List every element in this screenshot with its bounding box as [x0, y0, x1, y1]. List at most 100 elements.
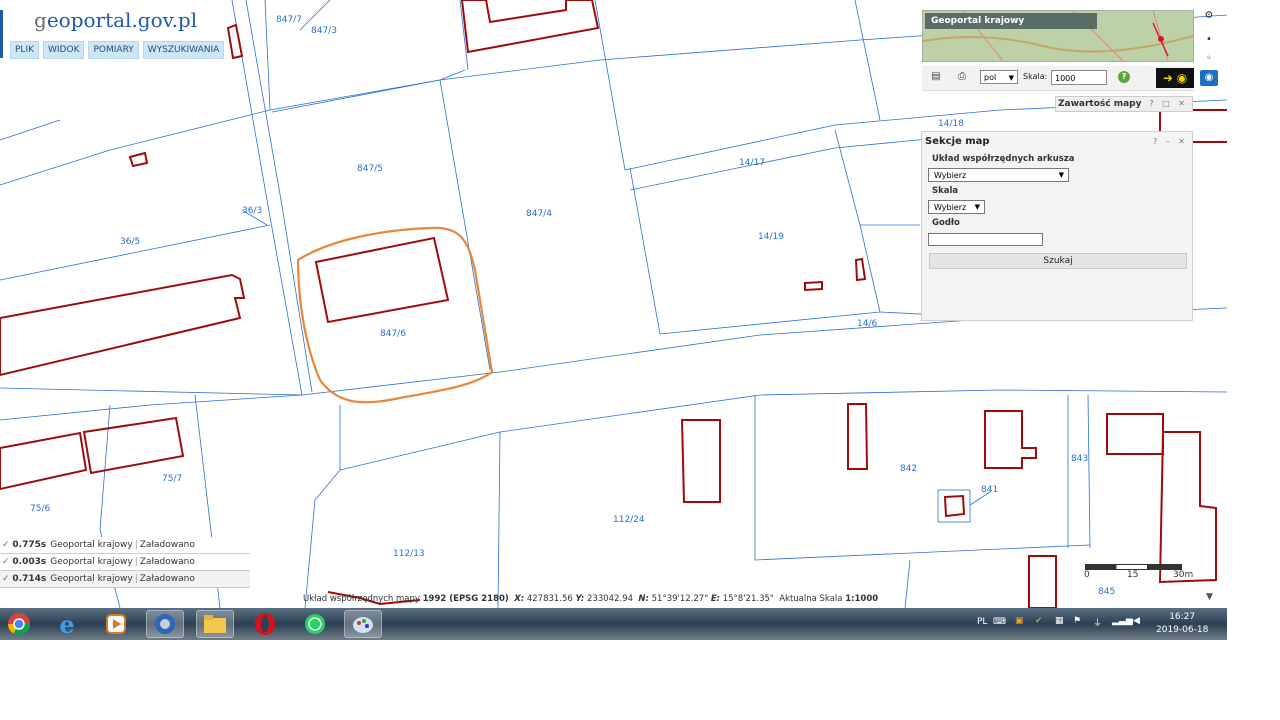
parcel-number-label: 14/17: [739, 158, 765, 168]
keyboard-language[interactable]: PL: [977, 617, 987, 627]
map-content-panel[interactable]: Zawartość mapy ? □ ✕: [1055, 96, 1193, 112]
coordinate-readout: Układ współrzędnych mapy 1992 (EPSG 2180…: [303, 594, 878, 604]
paint-icon[interactable]: [344, 610, 382, 638]
whatsapp-icon[interactable]: [296, 610, 334, 638]
check-icon: ✓: [2, 574, 10, 584]
chrome-icon[interactable]: [0, 610, 38, 638]
minimap-title: Geoportal krajowy: [925, 13, 1097, 29]
scale-input[interactable]: 1000: [1051, 70, 1107, 85]
media-player-icon[interactable]: [97, 610, 135, 638]
arrow-right-icon: ➜: [1162, 71, 1173, 85]
windows-taskbar: e PL ⌨ ▣ ✔ ▦ ⚑ ⏚ ▂▃▅ ◀ 16:27 2019-06-18: [0, 608, 1227, 640]
menu-widok[interactable]: WIDOK: [43, 41, 85, 59]
keyboard-icon[interactable]: ⌨: [993, 617, 1006, 627]
app-tray-icon[interactable]: ▦: [1055, 616, 1064, 626]
language-value: pol: [984, 73, 997, 82]
load-time: 0.714s: [12, 574, 47, 584]
parcel-number-label: 845: [1098, 587, 1115, 597]
clock-date: 2019-06-18: [1156, 625, 1209, 635]
menu-pomiary[interactable]: POMIARY: [88, 41, 139, 59]
scale-tick-30: 30m: [1173, 570, 1194, 580]
scale-select[interactable]: Wybierz ▼: [928, 200, 985, 214]
opera-icon[interactable]: [246, 610, 284, 638]
system-clock[interactable]: 16:27 2019-06-18: [1156, 611, 1208, 637]
search-button[interactable]: Szukaj: [929, 253, 1187, 269]
layer-load-log: ✓ 0.775s Geoportal krajowy | Załadowano ✓ 0…: [0, 537, 250, 588]
scale-label: Skala:: [1023, 72, 1048, 81]
thunderbird-icon[interactable]: [146, 610, 184, 638]
scale-select-label: Skala: [932, 186, 959, 196]
y-label: Y:: [575, 594, 585, 604]
parcel-number-label: 843: [1071, 454, 1088, 464]
print-icon[interactable]: ⎙: [956, 71, 968, 83]
settings-gear-icon[interactable]: ⚙: [1200, 8, 1218, 24]
parcel-number-label: 36/5: [120, 237, 140, 247]
map-toolbar: ▤ ⎙ pol ▼ Skala: 1000 ? ➜ ◉: [922, 66, 1194, 91]
scale-bar: 0 15 30m: [1084, 564, 1194, 584]
layer-source: Geoportal krajowy: [50, 540, 133, 550]
parcel-number-label: 841: [981, 485, 998, 495]
eye-icon: ◉: [1176, 71, 1188, 85]
coord-system-select[interactable]: Wybierz ▼: [928, 168, 1069, 182]
chevron-down-icon: ▼: [974, 203, 980, 211]
menu-plik[interactable]: PLIK: [10, 41, 39, 59]
load-status: Załadowano: [139, 557, 195, 567]
load-status: Załadowano: [139, 574, 195, 584]
dot-icon[interactable]: •: [1200, 32, 1218, 48]
dialog-title: Sekcje map: [925, 136, 990, 147]
n-label: N:: [638, 594, 649, 604]
volume-icon[interactable]: ◀: [1133, 616, 1140, 626]
check-icon: ✓: [2, 557, 10, 567]
dialog-window-controls[interactable]: ? – ✕: [1153, 137, 1188, 146]
chevron-down-icon: ▼: [1008, 74, 1014, 82]
security-icon[interactable]: ✔: [1035, 616, 1043, 626]
network-signal-icon[interactable]: ▂▃▅: [1112, 616, 1133, 626]
load-time: 0.775s: [12, 540, 47, 550]
legend-icon[interactable]: ▤: [930, 71, 942, 83]
side-toolbar: ⚙ • ◦ ◉: [1200, 8, 1220, 92]
layer-source: Geoportal krajowy: [50, 574, 133, 584]
view-mode-button[interactable]: ➜ ◉: [1156, 68, 1194, 88]
parcel-number-label: 847/3: [311, 26, 337, 36]
scale-tick-15: 15: [1127, 570, 1139, 580]
parcel-number-label: 847/5: [357, 164, 383, 174]
coord-system-label: Układ współrzędnych arkusza: [932, 154, 1075, 164]
parcel-number-label: 112/13: [393, 549, 425, 559]
chevron-down-icon: ▼: [1058, 171, 1064, 179]
e-value: 15°8'21.35": [722, 594, 774, 604]
eye-icon[interactable]: ◉: [1200, 70, 1218, 86]
flag-icon[interactable]: ⚑: [1073, 616, 1081, 626]
parcel-number-label: 847/4: [526, 209, 552, 219]
parcel-number-label: 14/6: [857, 319, 877, 329]
window-controls[interactable]: ? □ ✕: [1149, 99, 1188, 108]
help-button[interactable]: ?: [1118, 71, 1130, 83]
menu-wyszukiwania[interactable]: WYSZUKIWANIA: [142, 41, 225, 59]
godlo-label: Godło: [932, 218, 960, 228]
file-explorer-icon[interactable]: [196, 610, 234, 638]
e-label: E:: [710, 594, 721, 604]
status-row: ✓ 0.775s Geoportal krajowy | Załadowano: [0, 537, 250, 554]
separator: |: [134, 574, 138, 584]
notification-icon[interactable]: ▣: [1015, 616, 1024, 626]
load-time: 0.003s: [12, 557, 47, 567]
map-content-title: Zawartość mapy: [1058, 99, 1142, 109]
load-status: Załadowano: [139, 540, 195, 550]
scale-select-value: Wybierz: [934, 203, 967, 212]
layer-source: Geoportal krajowy: [50, 557, 133, 567]
overview-minimap[interactable]: Geoportal krajowy: [922, 10, 1194, 62]
scale-tick-0: 0: [1084, 570, 1090, 580]
n-value: 51°39'12.27": [651, 594, 709, 604]
collapse-arrow-icon[interactable]: ▼: [1206, 592, 1213, 602]
site-logo[interactable]: geoportal.gov.pl: [34, 8, 197, 32]
check-icon: ✓: [2, 540, 10, 550]
small-eye-icon[interactable]: ◦: [1200, 54, 1218, 64]
godlo-input[interactable]: [928, 233, 1043, 246]
internet-explorer-icon[interactable]: e: [48, 610, 86, 639]
usb-icon[interactable]: ⏚: [1093, 616, 1102, 629]
logo-text: eoportal.gov.pl: [46, 8, 198, 32]
parcel-number-label: 75/7: [162, 474, 182, 484]
logo-accent-bar: [0, 10, 3, 58]
language-select[interactable]: pol ▼: [980, 70, 1018, 84]
status-row: ✓ 0.003s Geoportal krajowy | Załadowano: [0, 554, 250, 571]
parcel-number-label: 847/6: [380, 329, 406, 339]
